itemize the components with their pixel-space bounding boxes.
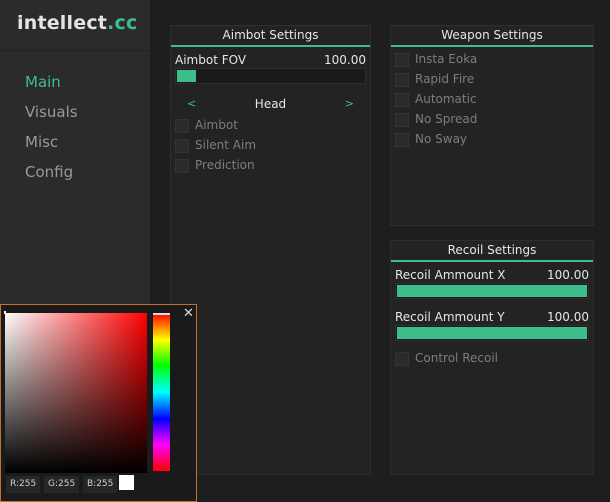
panel-title: Aimbot Settings [171, 26, 370, 47]
aimbot-fov-slider-fill [177, 70, 196, 82]
nav-item-misc[interactable]: Misc [25, 130, 78, 160]
recoil-x-slider[interactable] [395, 283, 589, 299]
aimbot-fov-slider[interactable] [175, 68, 366, 84]
checkbox-label: Insta Eoka [415, 52, 478, 66]
aimbot-fov-row: Aimbot FOV 100.00 [175, 52, 366, 68]
logo-divider [0, 50, 150, 51]
close-icon[interactable]: ✕ [183, 306, 194, 321]
target-bone-selector: < Head > [175, 96, 366, 114]
automatic-checkbox-row[interactable]: Automatic [395, 90, 589, 110]
control-recoil-checkbox-row[interactable]: Control Recoil [395, 349, 589, 369]
prediction-checkbox-row[interactable]: Prediction [175, 156, 366, 176]
blue-value-chip: B:255 [83, 476, 118, 493]
no-spread-checkbox-row[interactable]: No Spread [395, 110, 589, 130]
checkbox[interactable] [395, 73, 409, 87]
checkbox-label: Automatic [415, 92, 477, 106]
checkbox-label: No Sway [415, 132, 468, 146]
silent-aim-checkbox-row[interactable]: Silent Aim [175, 136, 366, 156]
recoil-x-row: Recoil Ammount X 100.00 [395, 267, 589, 283]
color-picker-popup: ✕ R:255 G:255 B:255 [0, 304, 197, 502]
recoil-y-label: Recoil Ammount Y [395, 310, 505, 324]
hue-slider[interactable] [153, 313, 170, 471]
nav-item-visuals[interactable]: Visuals [25, 100, 78, 130]
hue-cursor[interactable] [153, 313, 170, 315]
checkbox[interactable] [175, 139, 189, 153]
checkbox[interactable] [175, 119, 189, 133]
rapid-fire-checkbox-row[interactable]: Rapid Fire [395, 70, 589, 90]
weapon-settings-panel: Weapon Settings Insta Eoka Rapid Fire Au… [390, 25, 594, 226]
checkbox-label: Control Recoil [415, 351, 498, 365]
no-sway-checkbox-row[interactable]: No Sway [395, 130, 589, 150]
logo-accent-text: .cc [107, 12, 138, 34]
target-bone-value: Head [254, 97, 287, 111]
app-logo: intellect.cc [17, 12, 137, 34]
recoil-y-value: 100.00 [547, 310, 589, 324]
panel-title: Weapon Settings [391, 26, 593, 47]
checkbox-label: Prediction [195, 158, 255, 172]
checkbox-label: Aimbot [195, 118, 238, 132]
aimbot-settings-panel: Aimbot Settings Aimbot FOV 100.00 < Head… [170, 25, 371, 475]
recoil-y-slider-fill [397, 327, 587, 339]
checkbox-label: No Spread [415, 112, 478, 126]
green-value-chip: G:255 [44, 476, 80, 493]
main-content: Aimbot Settings Aimbot FOV 100.00 < Head… [151, 0, 610, 502]
nav-item-main[interactable]: Main [25, 70, 78, 100]
checkbox[interactable] [395, 113, 409, 127]
red-value-chip: R:255 [6, 476, 41, 493]
saturation-value-area[interactable] [4, 311, 147, 473]
recoil-y-slider[interactable] [395, 325, 589, 341]
sidebar-nav: Main Visuals Misc Config [25, 70, 78, 190]
checkbox-label: Silent Aim [195, 138, 257, 152]
recoil-x-label: Recoil Ammount X [395, 268, 506, 282]
nav-item-config[interactable]: Config [25, 160, 78, 190]
recoil-y-row: Recoil Ammount Y 100.00 [395, 309, 589, 325]
aimbot-fov-label: Aimbot FOV [175, 53, 247, 67]
checkbox[interactable] [395, 133, 409, 147]
panel-title: Recoil Settings [391, 241, 593, 262]
selector-next-arrow[interactable]: > [345, 97, 354, 110]
recoil-x-slider-fill [397, 285, 587, 297]
checkbox[interactable] [395, 352, 409, 366]
checkbox[interactable] [395, 53, 409, 67]
recoil-x-value: 100.00 [547, 268, 589, 282]
selected-color-swatch [119, 475, 134, 490]
logo-main-text: intellect [17, 12, 108, 34]
checkbox[interactable] [175, 159, 189, 173]
saturation-cursor[interactable] [4, 311, 6, 314]
aimbot-fov-value: 100.00 [324, 53, 366, 67]
checkbox-label: Rapid Fire [415, 72, 475, 86]
aimbot-checkbox-row[interactable]: Aimbot [175, 116, 366, 136]
insta-eoka-checkbox-row[interactable]: Insta Eoka [395, 50, 589, 70]
checkbox[interactable] [395, 93, 409, 107]
recoil-settings-panel: Recoil Settings Recoil Ammount X 100.00 … [390, 240, 594, 475]
